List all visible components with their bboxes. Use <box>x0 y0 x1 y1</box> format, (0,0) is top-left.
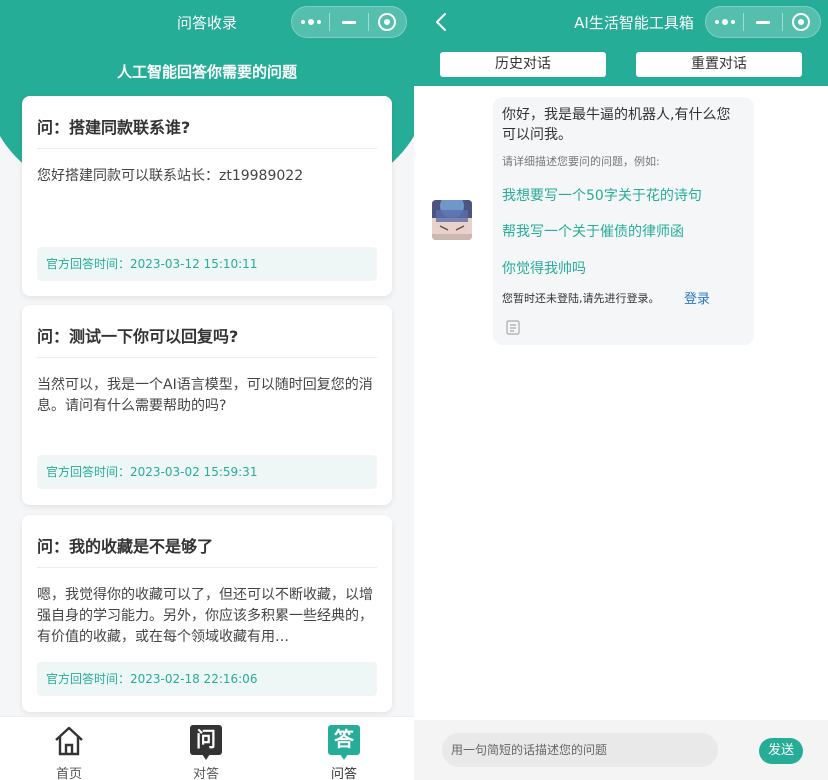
page-subtitle: 人工智能回答你需要的问题 <box>116 63 297 81</box>
divider <box>37 148 377 149</box>
qa-icon: 答 <box>328 725 360 760</box>
question-text: 问：测试一下你可以回复吗? <box>37 327 239 346</box>
tab-home[interactable]: 首页 <box>29 717 109 780</box>
divider <box>37 357 377 358</box>
page-title: AI生活智能工具箱 <box>574 14 694 32</box>
reset-button[interactable]: 重置对话 <box>636 52 802 77</box>
qa-collection-panel: 问答收录 人工智能回答你需要的问题 问：搭建同款联系谁? 您好搭建同款可以联系站… <box>0 0 414 780</box>
suggestion-item[interactable]: 我想要写一个50字关于花的诗句 <box>502 185 702 205</box>
minimize-button[interactable] <box>330 7 367 37</box>
suggestion-item[interactable]: 帮我写一个关于催债的律师函 <box>502 221 684 241</box>
home-icon <box>55 726 83 756</box>
copy-icon[interactable] <box>505 319 521 335</box>
question-text: 问：我的收藏是不是够了 <box>37 537 214 556</box>
minimize-icon <box>755 20 770 24</box>
input-bar: 发送 <box>414 720 828 780</box>
miniprogram-capsule <box>291 6 407 38</box>
hint-text: 请详细描述您要问的问题，例如: <box>502 155 660 168</box>
close-miniprogram-button[interactable] <box>783 7 820 37</box>
back-chevron-icon[interactable] <box>434 12 448 32</box>
qa-card[interactable]: 问：搭建同款联系谁? 您好搭建同款可以联系站长：zt19989022 官方回答时… <box>22 96 392 296</box>
bot-avatar <box>432 200 472 240</box>
tab-label: 问答 <box>330 767 357 780</box>
question-text: 问：搭建同款联系谁? <box>37 118 191 137</box>
question-input[interactable] <box>442 733 718 767</box>
tab-chat[interactable]: 问 对答 <box>166 717 246 780</box>
chat-icon: 问 <box>190 725 222 760</box>
minimize-icon <box>341 20 356 24</box>
login-link[interactable]: 登录 <box>684 288 710 307</box>
answer-time: 官方回答时间：2023-02-18 22:16:06 <box>37 662 377 696</box>
divider <box>37 567 377 568</box>
qa-card[interactable]: 问：测试一下你可以回复吗? 当然可以，我是一个AI语言模型，可以随时回复您的消息… <box>22 305 392 505</box>
miniprogram-capsule <box>705 6 821 38</box>
text-fade <box>22 642 392 656</box>
answer-time: 官方回答时间：2023-03-12 15:10:11 <box>37 247 377 281</box>
qa-glyph: 答 <box>328 725 360 760</box>
greeting-text: 你好，我是最牛逼的机器人,有什么您可以问我。 <box>502 107 731 143</box>
qa-card[interactable]: 问：我的收藏是不是够了 嗯，我觉得你的收藏可以了，但还可以不断收藏，以增强自身的… <box>22 515 392 712</box>
close-miniprogram-button[interactable] <box>369 7 406 37</box>
bot-message-bubble: 你好，我是最牛逼的机器人,有什么您可以问我。 请详细描述您要问的问题，例如: 我… <box>493 97 754 345</box>
answer-text: 您好搭建同款可以联系站长：zt19989022 <box>37 168 304 184</box>
tab-label: 对答 <box>192 767 219 780</box>
send-button[interactable]: 发送 <box>759 738 803 764</box>
tab-qa[interactable]: 答 问答 <box>304 717 384 780</box>
answer-time: 官方回答时间：2023-03-02 15:59:31 <box>37 455 377 489</box>
ai-chat-panel: AI生活智能工具箱 历史对话 重置对话 你好，我是最牛逼的机器人,有什么您可以问… <box>414 0 828 780</box>
minimize-button[interactable] <box>744 7 781 37</box>
answer-text: 当然可以，我是一个AI语言模型，可以随时回复您的消息。请问有什么需要帮助的吗? <box>37 377 373 414</box>
suggestion-item[interactable]: 你觉得我帅吗 <box>502 258 586 278</box>
avatar-image <box>432 200 472 240</box>
target-icon <box>378 13 397 31</box>
more-button[interactable] <box>706 7 743 37</box>
history-button[interactable]: 历史对话 <box>440 52 606 77</box>
chat-glyph: 问 <box>190 725 222 760</box>
chat-header: AI生活智能工具箱 历史对话 重置对话 <box>414 0 828 86</box>
more-button[interactable] <box>292 7 329 37</box>
bottom-tab-bar: 首页 问 对答 答 问答 <box>0 716 414 780</box>
target-icon <box>792 13 811 31</box>
more-dots-icon <box>300 19 321 25</box>
more-dots-icon <box>714 19 735 25</box>
tab-label: 首页 <box>55 767 82 780</box>
login-notice: 您暂时还未登陆,请先进行登录。 <box>502 292 660 305</box>
